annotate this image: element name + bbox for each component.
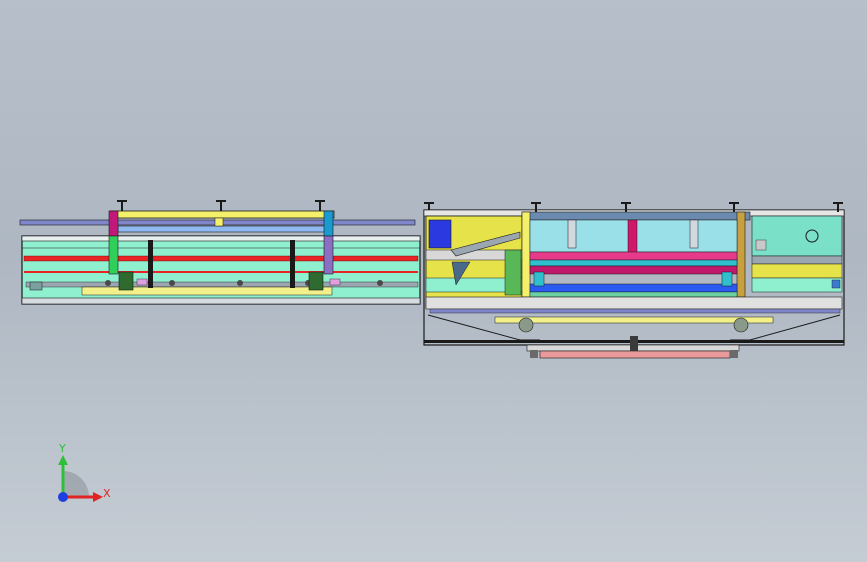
x-axis-label: X xyxy=(103,487,111,500)
coordinate-triad xyxy=(58,455,103,502)
right-processing-module xyxy=(423,202,845,359)
z-axis-origin xyxy=(58,492,68,502)
assembly-drawing xyxy=(19,200,845,502)
y-axis-label: Y xyxy=(59,442,66,455)
cad-viewport[interactable]: Y X xyxy=(0,0,867,562)
left-conveyor-module xyxy=(19,200,421,305)
